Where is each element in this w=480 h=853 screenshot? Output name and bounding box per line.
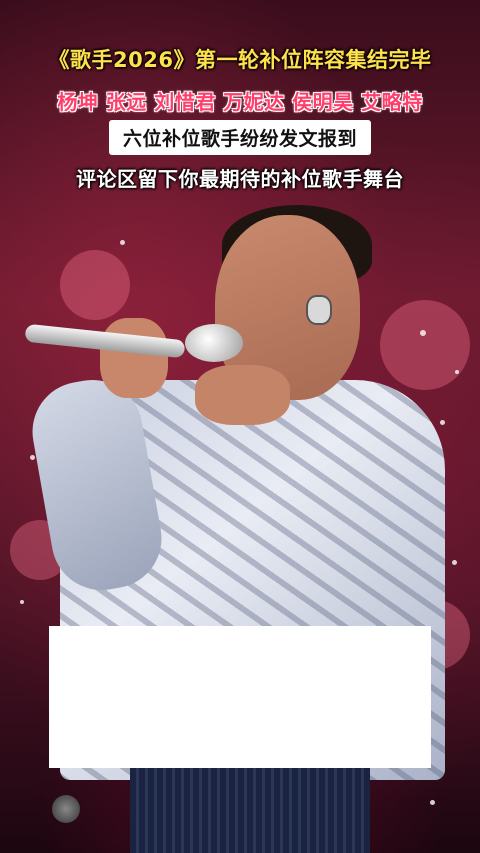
sparkle (452, 560, 457, 565)
caption-cta: 评论区留下你最期待的补位歌手舞台 (76, 167, 404, 191)
sparkle (120, 240, 125, 245)
caption-names: 杨坤 张远 刘惜君 万妮达 侯明昊 艾略特 (57, 90, 423, 114)
sparkle (420, 330, 426, 336)
caption-title: 《歌手2026》第一轮补位阵容集结完毕 (48, 48, 432, 72)
singer-pants (130, 765, 370, 853)
sparkle (440, 420, 445, 425)
bokeh-light (380, 300, 470, 390)
in-ear-monitor (306, 295, 332, 325)
sparkle (30, 455, 35, 460)
sparkle (455, 370, 459, 374)
microphone-grille (185, 324, 243, 362)
blank-overlay-box (49, 626, 431, 768)
sparkle (20, 600, 24, 604)
caption-highlight-row: 六位补位歌手纷纷发文报到 (0, 120, 480, 155)
bokeh-light (60, 250, 130, 320)
microphone (24, 322, 243, 362)
singer-pointing-hand (195, 365, 290, 425)
sparkle (430, 800, 435, 805)
stand-microphone (52, 795, 80, 823)
caption-highlight: 六位补位歌手纷纷发文报到 (108, 120, 371, 155)
microphone-handle (24, 323, 186, 359)
